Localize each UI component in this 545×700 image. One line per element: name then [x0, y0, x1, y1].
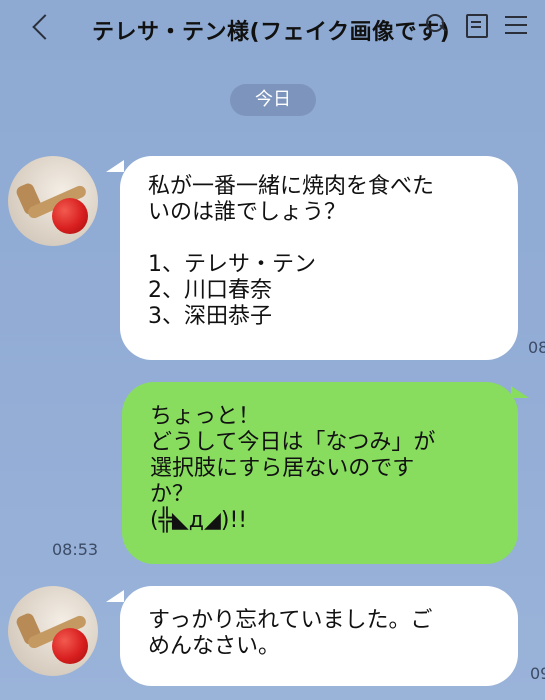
message-time: 08:53	[52, 540, 99, 559]
avatar[interactable]	[8, 586, 98, 676]
message-time: 08	[528, 338, 545, 357]
message-time: 09	[530, 664, 545, 683]
date-separator: 今日	[230, 84, 316, 116]
bubble-tail	[106, 590, 124, 602]
message-bubble-received[interactable]: 私が一番一緒に焼肉を食べた いのは誰でしょう？ 1、テレサ・テン 2、川口春奈 …	[120, 156, 518, 360]
message-bubble-received[interactable]: すっかり忘れていました。ご めんなさい。	[120, 586, 518, 686]
avatar[interactable]	[8, 156, 98, 246]
call-icon[interactable]	[463, 12, 489, 38]
bubble-tail	[511, 386, 529, 398]
back-icon[interactable]	[28, 12, 54, 42]
message-bubble-sent[interactable]: ちょっと！ どうして今日は「なつみ」が 選択肢にすら居ないのです か？ (╬◣д…	[122, 382, 518, 564]
search-icon[interactable]	[423, 12, 449, 38]
bubble-tail	[106, 160, 124, 172]
kendama-ball	[52, 198, 88, 234]
chat-header: テレサ・テン様(フェイク画像です)	[0, 0, 545, 66]
menu-icon[interactable]	[503, 12, 529, 38]
header-actions	[423, 12, 529, 38]
kendama-ball	[52, 628, 88, 664]
